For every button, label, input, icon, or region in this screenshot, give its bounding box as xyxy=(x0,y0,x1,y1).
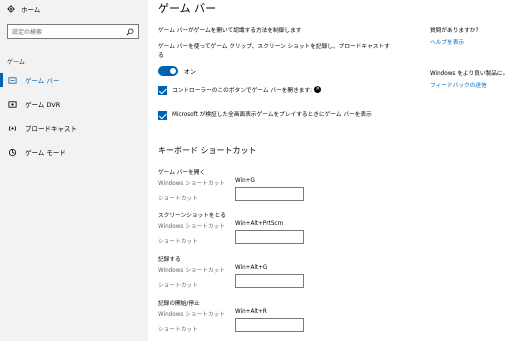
broadcast-icon xyxy=(8,125,17,131)
shortcut-input[interactable] xyxy=(235,274,304,288)
windows-shortcut-label: Windows ショートカット xyxy=(158,224,226,230)
windows-shortcut-value: Win+Alt+R xyxy=(235,309,267,315)
sidebar-item-label: ゲーム DVR xyxy=(25,101,61,109)
fullscreen-checkbox-row: Microsoft が検証した全画面表示ゲームをプレイするときにゲーム バーを表… xyxy=(158,111,378,120)
windows-shortcut-label: Windows ショートカット xyxy=(158,312,226,318)
shortcut-label: ショートカット xyxy=(158,283,198,289)
fullscreen-checkbox-label: Microsoft が検証した全画面表示ゲームをプレイするときにゲーム バーを表… xyxy=(172,112,372,118)
game-bar-icon xyxy=(8,76,17,84)
home-label: ホーム xyxy=(21,6,41,14)
sidebar-item-label: ゲーム モード xyxy=(25,149,66,157)
xbox-icon xyxy=(314,84,322,93)
game-dvr-icon xyxy=(8,100,17,108)
sidebar-item-game-mode[interactable]: ゲーム モード xyxy=(0,140,148,164)
shortcut-title: 記録する xyxy=(158,257,181,263)
windows-shortcut-label: Windows ショートカット xyxy=(158,181,226,187)
question-heading: 質問がありますか? xyxy=(430,28,479,34)
search-placeholder: 設定の検索 xyxy=(12,29,43,36)
gear-icon xyxy=(7,5,15,13)
windows-shortcut-value: Win+Alt+G xyxy=(235,265,268,271)
sidebar: ホーム 設定の検索 ゲーム ゲーム バー ゲーム DVR ブロードキャスト ゲー… xyxy=(0,0,148,341)
toggle-state-label: オン xyxy=(184,68,197,76)
search-input[interactable]: 設定の検索 xyxy=(7,24,139,39)
game-bar-toggle-row: オン xyxy=(158,66,196,76)
shortcut-label: ショートカット xyxy=(158,327,198,333)
sidebar-item-game-dvr[interactable]: ゲーム DVR xyxy=(0,92,148,116)
shortcut-input[interactable] xyxy=(235,187,304,201)
sidebar-item-label: ゲーム バー xyxy=(25,77,60,85)
shortcut-title: 記録の開始/停止 xyxy=(158,301,200,307)
shortcut-input[interactable] xyxy=(235,230,304,244)
page-description: ゲーム バーがゲームを開いて認識する方法を制御します xyxy=(158,28,302,34)
home-nav-item[interactable]: ホーム xyxy=(7,4,40,14)
game-mode-icon xyxy=(8,148,17,156)
shortcut-title: スクリーンショットをとる xyxy=(158,213,226,219)
improve-heading: Windows をより良い製品に。 xyxy=(430,71,509,77)
shortcuts-section-title: キーボード ショートカット xyxy=(158,146,257,155)
game-bar-toggle[interactable] xyxy=(158,66,178,76)
shortcut-label: ショートカット xyxy=(158,196,198,202)
shortcut-title: ゲーム バーを開く xyxy=(158,170,206,176)
controller-checkbox[interactable] xyxy=(158,86,167,95)
toggle-description: ゲーム バーを使ってゲーム クリップ、スクリーン ショットを記録し、ブロードキャ… xyxy=(158,44,390,59)
sidebar-item-broadcast[interactable]: ブロードキャスト xyxy=(0,116,148,140)
sidebar-item-game-bar[interactable]: ゲーム バー xyxy=(0,68,148,92)
sidebar-group-label: ゲーム xyxy=(7,59,25,66)
fullscreen-checkbox[interactable] xyxy=(158,111,167,120)
controller-checkbox-row: コントローラーのこのボタンでゲーム バーを開きます: xyxy=(158,84,322,96)
windows-shortcut-value: Win+Alt+PrtScrn xyxy=(235,221,284,227)
page-title: ゲーム バー xyxy=(158,2,217,15)
windows-shortcut-value: Win+G xyxy=(235,178,255,184)
sidebar-nav: ゲーム バー ゲーム DVR ブロードキャスト ゲーム モード xyxy=(0,68,148,164)
help-link[interactable]: ヘルプを表示 xyxy=(430,37,464,46)
controller-checkbox-label: コントローラーのこのボタンでゲーム バーを開きます: xyxy=(172,84,322,96)
feedback-link[interactable]: フィードバックの送信 xyxy=(430,80,487,89)
sidebar-item-label: ブロードキャスト xyxy=(25,125,77,133)
shortcut-label: ショートカット xyxy=(158,239,198,245)
search-icon[interactable] xyxy=(126,28,134,36)
windows-shortcut-label: Windows ショートカット xyxy=(158,268,226,274)
shortcut-input[interactable] xyxy=(235,318,304,332)
